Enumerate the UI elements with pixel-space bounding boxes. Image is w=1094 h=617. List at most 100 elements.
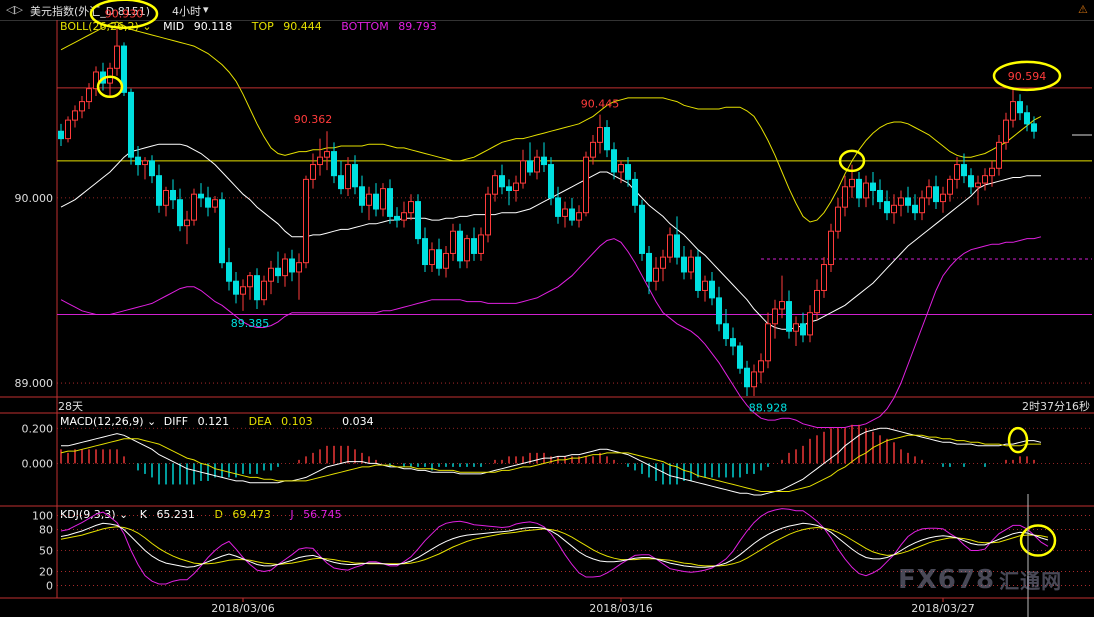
candle-body [527, 160, 533, 173]
candle-body [212, 199, 218, 208]
candle-body [849, 178, 855, 188]
price-extreme-label: 90.930 [105, 8, 144, 21]
candle-body [436, 249, 442, 269]
candlestick [499, 164, 505, 195]
candlestick [702, 275, 708, 302]
candlestick [653, 257, 659, 291]
candlestick [471, 227, 477, 261]
candle-body [555, 197, 561, 217]
candle-body [345, 164, 351, 190]
highlight-circle [1007, 426, 1029, 454]
candlestick [261, 275, 267, 306]
candle-body [534, 156, 540, 173]
candle-body [933, 186, 939, 203]
candlestick [940, 186, 946, 213]
candlestick [324, 131, 330, 171]
candle-body [590, 141, 596, 158]
candlestick [338, 160, 344, 195]
kdj-tick-label: 50 [39, 545, 53, 558]
candlestick [114, 25, 120, 76]
candle-body [331, 151, 337, 177]
candlestick [695, 249, 701, 298]
candle-body [611, 149, 617, 173]
candlestick [1010, 88, 1016, 128]
candle-body [289, 258, 295, 273]
x-tick-label: 2018/03/16 [589, 602, 652, 615]
candlestick [891, 194, 897, 224]
candlestick [898, 190, 904, 217]
candlestick [660, 249, 666, 282]
watermark: FX678 汇通网 [898, 565, 1062, 595]
candle-body [261, 280, 267, 301]
candle-body [198, 193, 204, 199]
candlestick [93, 66, 99, 97]
candlestick [170, 179, 176, 209]
candlestick [184, 210, 190, 245]
candlestick [534, 149, 540, 180]
candle-body [387, 188, 393, 217]
candlestick [793, 316, 799, 347]
price-tick-label: 89.000 [15, 377, 54, 390]
candlestick [282, 253, 288, 287]
candlestick [688, 249, 694, 280]
candle-body [128, 91, 134, 158]
candle-body [506, 186, 512, 191]
candle-body [338, 175, 344, 190]
candle-body [268, 267, 274, 282]
candle-body [79, 101, 85, 112]
price-extreme-label: 90.445 [581, 98, 620, 111]
candlestick [926, 179, 932, 206]
candlestick [233, 271, 239, 304]
candle-body [240, 286, 246, 295]
candle-body [1010, 101, 1016, 121]
candle-body [765, 323, 771, 362]
candle-body [863, 182, 869, 199]
candle-body [142, 160, 148, 166]
candle-body [135, 156, 141, 166]
candlestick [303, 175, 309, 269]
candlestick [198, 183, 204, 208]
candle-body [716, 297, 722, 325]
candle-body [646, 252, 652, 282]
candle-body [961, 164, 967, 177]
candlestick [422, 227, 428, 272]
candle-body [548, 164, 554, 199]
candle-body [562, 208, 568, 217]
candlestick [870, 171, 876, 206]
candlestick [576, 205, 582, 228]
candle-body [604, 127, 610, 151]
candle-body [247, 275, 253, 288]
candle-body [905, 197, 911, 206]
candlestick [730, 327, 736, 356]
candle-body [989, 167, 995, 177]
candlestick [821, 257, 827, 298]
candlestick [226, 247, 232, 291]
candlestick [772, 299, 778, 339]
candlestick [254, 268, 260, 309]
candlestick [905, 186, 911, 213]
candlestick [478, 227, 484, 261]
candle-body [814, 289, 820, 314]
candlestick [744, 360, 750, 396]
candle-body [1031, 123, 1037, 132]
candle-body [919, 197, 925, 214]
candlestick [583, 151, 589, 217]
candle-body [317, 156, 323, 166]
kdj-tick-label: 0 [46, 579, 53, 592]
candle-body [835, 206, 841, 232]
candlestick [758, 353, 764, 384]
candle-body [114, 45, 120, 69]
candlestick [639, 199, 645, 261]
candlestick [387, 179, 393, 224]
candle-body [485, 193, 491, 236]
candlestick [366, 186, 372, 221]
candle-body [723, 323, 729, 340]
candlestick [163, 186, 169, 217]
candlestick [72, 105, 78, 128]
candlestick [996, 134, 1002, 176]
candlestick [149, 155, 155, 184]
candle-body [954, 164, 960, 180]
chart-canvas[interactable]: 90.000 89.000 90.930 90.362 90.445 90.594 89.3… [0, 0, 1094, 617]
candle-body [303, 178, 309, 264]
candlestick [380, 183, 386, 217]
